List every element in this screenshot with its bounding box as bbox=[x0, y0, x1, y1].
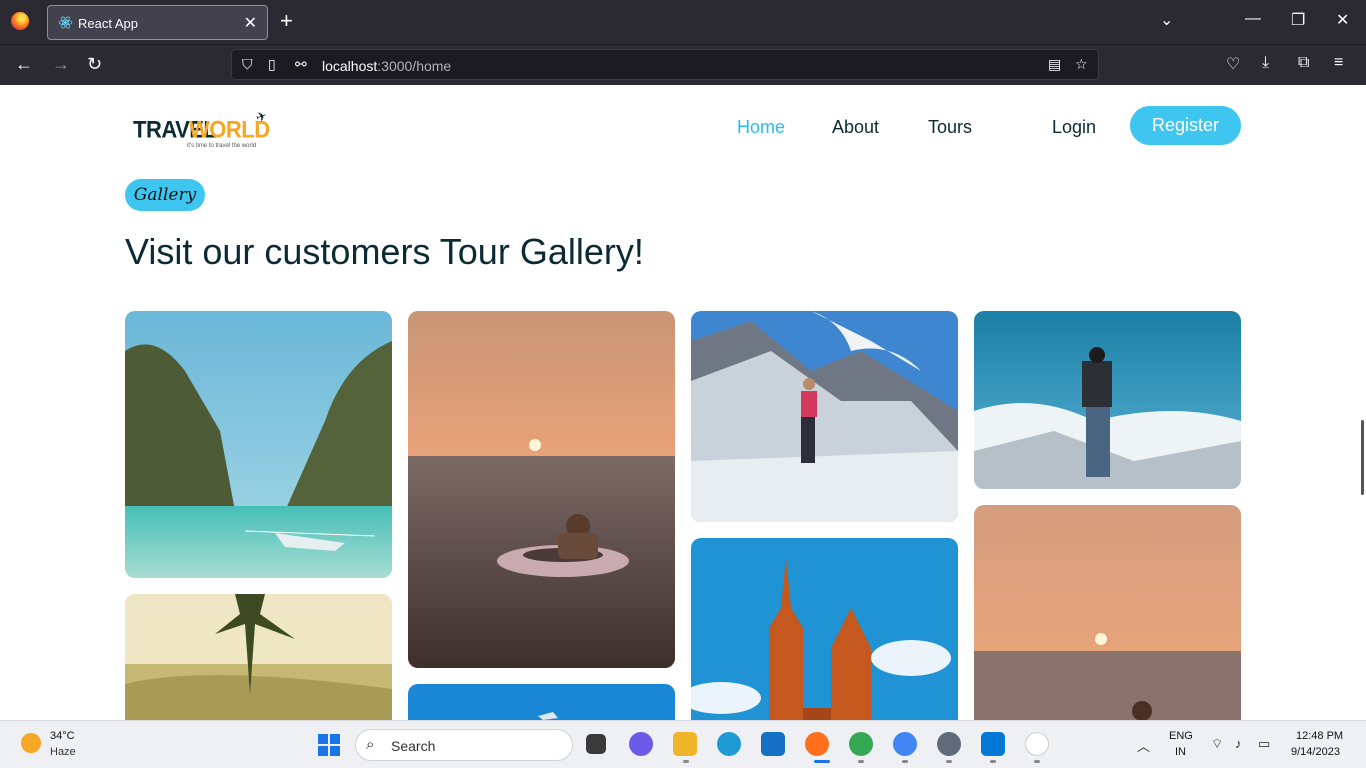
shield-icon[interactable]: ⛉ bbox=[242, 56, 253, 73]
windows-start-icon[interactable] bbox=[318, 734, 340, 756]
extensions-icon[interactable]: ⧉ bbox=[1298, 54, 1309, 72]
nav-home[interactable]: Home bbox=[737, 117, 785, 138]
gallery-heading: Visit our customers Tour Gallery! bbox=[125, 231, 644, 272]
web-page: TRAVEL WORLD ✈ it's time to travel the w… bbox=[0, 85, 1366, 720]
chrome-profile-1-icon[interactable] bbox=[849, 732, 873, 756]
gallery-photo-tree-valley[interactable] bbox=[125, 594, 392, 720]
language-region[interactable]: IN bbox=[1175, 746, 1186, 758]
weather-condition[interactable]: Haze bbox=[50, 746, 76, 758]
windows-taskbar: 34°C Haze ⌕ Search ︿ ENG IN ⌔ ♪ ▭ 12:48 … bbox=[0, 720, 1366, 768]
close-tab-icon[interactable]: ✕ bbox=[244, 13, 257, 33]
gallery-photo-sunset-sea[interactable] bbox=[974, 505, 1241, 720]
url-bar[interactable]: ⛉ ▯ ⚯ localhost:3000/home ▤ ☆ bbox=[231, 49, 1099, 80]
pocket-icon[interactable]: ♡ bbox=[1226, 54, 1240, 74]
weather-sun-icon[interactable] bbox=[21, 733, 41, 753]
back-icon[interactable]: ← bbox=[15, 53, 33, 75]
tab-list-chevron-icon[interactable]: ⌄ bbox=[1160, 10, 1173, 30]
volume-icon[interactable]: ♪ bbox=[1235, 736, 1242, 751]
register-button[interactable]: Register bbox=[1130, 106, 1241, 145]
gallery-photo-blue-sky[interactable] bbox=[408, 684, 675, 720]
minimize-icon[interactable]: — bbox=[1245, 10, 1261, 28]
running-indicator bbox=[946, 760, 952, 763]
login-button[interactable]: Login bbox=[1052, 117, 1096, 138]
running-indicator bbox=[902, 760, 908, 763]
gallery-photo-lagoon[interactable] bbox=[125, 311, 392, 578]
teams-chat-icon[interactable] bbox=[629, 732, 653, 756]
firefox-menu-icon[interactable] bbox=[11, 12, 29, 30]
battery-icon[interactable]: ▭ bbox=[1258, 736, 1270, 752]
file-explorer-icon[interactable] bbox=[673, 732, 697, 756]
edge-icon[interactable] bbox=[717, 732, 741, 756]
search-icon: ⌕ bbox=[366, 736, 375, 753]
browser-toolbar: ← → ↻ ⛉ ▯ ⚯ localhost:3000/home ▤ ☆ ♡ ⤓ … bbox=[0, 44, 1366, 85]
permissions-icon[interactable]: ⚯ bbox=[295, 56, 307, 73]
browser-tab-bar: React App ✕ + ⌄ — ❐ ✕ bbox=[0, 0, 1366, 44]
react-icon bbox=[58, 16, 73, 29]
gallery-badge: Gallery bbox=[125, 179, 205, 211]
site-logo[interactable]: TRAVEL WORLD ✈ it's time to travel the w… bbox=[133, 108, 273, 153]
url-host: localhost bbox=[322, 58, 378, 74]
chrome-profile-2-icon[interactable] bbox=[893, 732, 917, 756]
url-text[interactable]: localhost:3000/home bbox=[322, 58, 451, 74]
show-hidden-icons-chevron-icon[interactable]: ︿ bbox=[1137, 736, 1150, 755]
restore-icon[interactable]: ❐ bbox=[1291, 10, 1305, 30]
gallery-photo-backpacker-clouds[interactable] bbox=[974, 311, 1241, 489]
gallery-photo-church-towers[interactable] bbox=[691, 538, 958, 720]
taskbar-search-box[interactable]: ⌕ Search bbox=[355, 729, 573, 761]
microsoft-store-icon[interactable] bbox=[761, 732, 785, 756]
close-window-icon[interactable]: ✕ bbox=[1336, 10, 1349, 30]
hamburger-menu-icon[interactable]: ≡ bbox=[1334, 54, 1343, 72]
running-indicator bbox=[683, 760, 689, 763]
page-icon[interactable]: ▯ bbox=[268, 56, 276, 73]
firefox-taskbar-icon[interactable] bbox=[805, 732, 829, 756]
downloads-icon[interactable]: ⤓ bbox=[1262, 54, 1269, 72]
search-placeholder: Search bbox=[391, 738, 436, 754]
weather-temperature[interactable]: 34°C bbox=[50, 730, 75, 742]
language-code[interactable]: ENG bbox=[1169, 730, 1193, 742]
url-path: :3000/home bbox=[377, 58, 452, 74]
logo-tagline: it's time to travel the world bbox=[187, 143, 257, 149]
reader-view-icon[interactable]: ▤ bbox=[1048, 56, 1061, 73]
gallery-photo-sunset-swimring[interactable] bbox=[408, 311, 675, 668]
running-indicator bbox=[990, 760, 996, 763]
running-indicator bbox=[858, 760, 864, 763]
vscode-icon[interactable] bbox=[981, 732, 1005, 756]
browser-tab-active[interactable]: React App ✕ bbox=[47, 5, 268, 40]
task-view-icon[interactable] bbox=[586, 734, 606, 754]
clock-date[interactable]: 9/14/2023 bbox=[1291, 746, 1340, 758]
tab-title: React App bbox=[78, 16, 138, 31]
running-indicator bbox=[1034, 760, 1040, 763]
settings-gear-icon[interactable] bbox=[937, 732, 961, 756]
new-tab-icon[interactable]: + bbox=[280, 10, 293, 32]
wifi-icon[interactable]: ⌔ bbox=[1211, 736, 1223, 752]
page-scrollbar[interactable] bbox=[1361, 420, 1364, 495]
gallery-photo-mountain-hiker[interactable] bbox=[691, 311, 958, 522]
forward-icon[interactable]: → bbox=[52, 53, 70, 75]
reload-icon[interactable]: ↻ bbox=[87, 53, 102, 75]
nav-about[interactable]: About bbox=[832, 117, 879, 138]
bookmark-star-icon[interactable]: ☆ bbox=[1075, 56, 1088, 73]
mongodb-icon[interactable] bbox=[1025, 732, 1049, 756]
clock-time[interactable]: 12:48 PM bbox=[1296, 730, 1343, 742]
nav-tours[interactable]: Tours bbox=[928, 117, 972, 138]
active-indicator bbox=[814, 760, 830, 763]
